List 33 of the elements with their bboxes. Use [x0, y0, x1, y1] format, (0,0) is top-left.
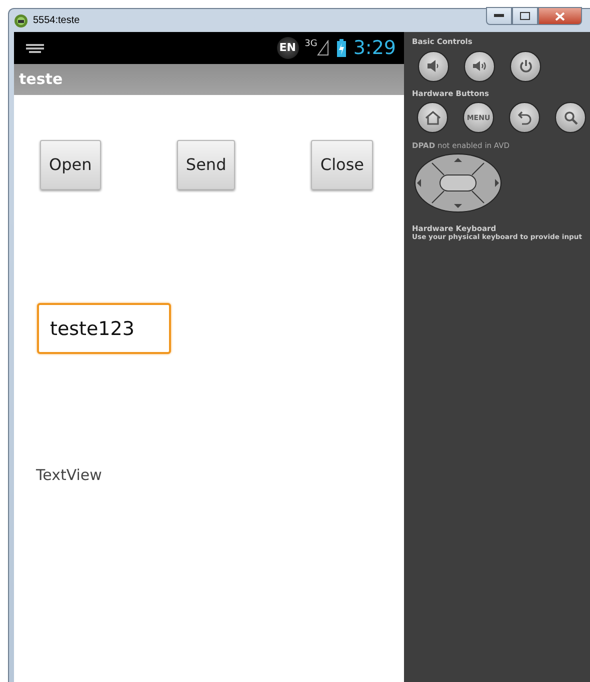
network-type: 3G: [304, 38, 318, 51]
minimize-icon: [494, 14, 504, 18]
close-icon: [555, 12, 565, 20]
search-icon: [564, 110, 578, 125]
app-title: teste: [19, 69, 63, 90]
maximize-button[interactable]: [512, 7, 538, 25]
volume-down-button[interactable]: [418, 50, 449, 82]
app-button[interactable]: Close: [311, 140, 373, 190]
volume-down-icon: [426, 60, 440, 72]
power-icon: [518, 59, 532, 74]
power-button[interactable]: [510, 50, 541, 82]
battery-icon: [337, 39, 346, 57]
keyboard-icon: [26, 44, 44, 52]
dpad-control[interactable]: [414, 152, 502, 213]
signal-icon: [317, 40, 330, 56]
home-icon: [424, 110, 440, 125]
close-button[interactable]: [538, 7, 582, 25]
text-field[interactable]: teste123: [37, 303, 171, 354]
minimize-button[interactable]: [486, 7, 512, 25]
app-button[interactable]: Send: [176, 140, 236, 190]
volume-up-icon: [472, 60, 488, 72]
search-button[interactable]: [555, 102, 586, 134]
language-indicator: EN: [276, 37, 299, 59]
volume-up-button[interactable]: [464, 50, 495, 82]
back-button[interactable]: [509, 102, 540, 134]
app-button[interactable]: Open: [40, 140, 101, 190]
clock: 3:29: [353, 36, 396, 61]
home-button[interactable]: [417, 102, 448, 134]
window-title: 5554:teste: [33, 14, 80, 28]
maximize-icon: [520, 12, 530, 20]
back-icon: [518, 110, 532, 125]
app-icon: [14, 14, 28, 28]
text-view: TextView: [36, 465, 103, 486]
